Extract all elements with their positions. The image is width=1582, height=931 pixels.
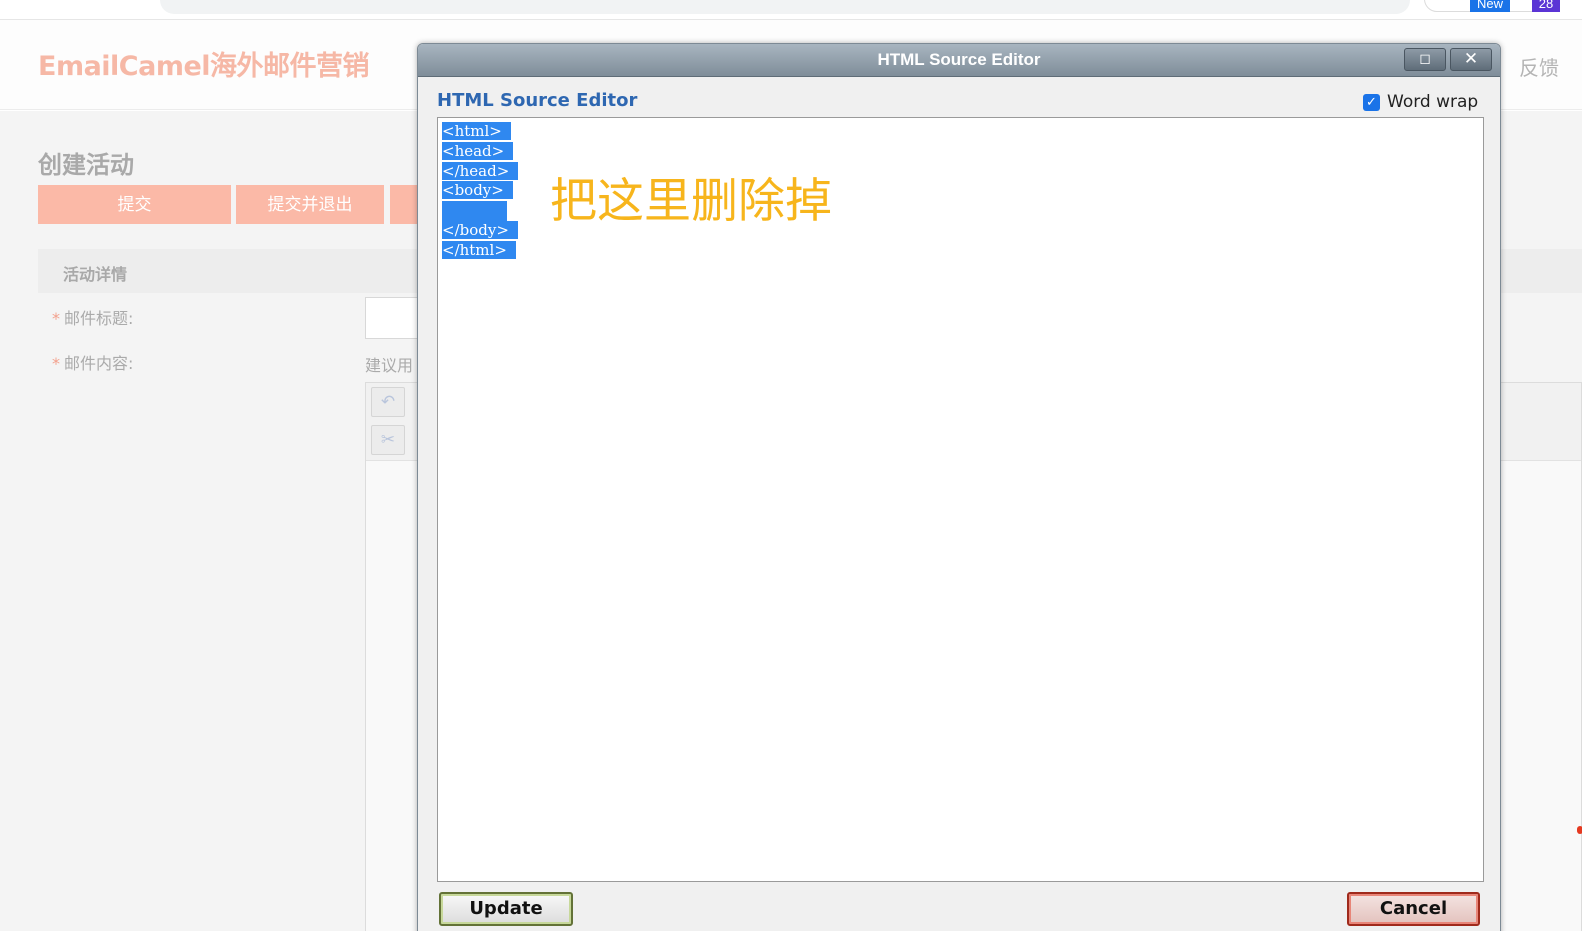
details-title: 活动详情 [63, 265, 128, 284]
selected-code-text: <head> [442, 141, 514, 160]
code-line [442, 201, 518, 221]
selected-code-text [442, 201, 507, 221]
dialog-heading: HTML Source Editor [437, 90, 638, 111]
third-action-button[interactable] [390, 185, 420, 224]
content-hint: 建议用 [365, 356, 414, 375]
cancel-button[interactable]: Cancel [1347, 892, 1480, 926]
page-title: 创建活动 [38, 151, 134, 179]
html-source-editor-dialog: HTML Source Editor ◻ ✕ HTML Source Edito… [417, 43, 1501, 931]
cut-icon[interactable]: ✂ [371, 425, 405, 455]
content-label-text: 邮件内容: [64, 354, 134, 373]
word-wrap-toggle[interactable]: ✓ Word wrap [1363, 91, 1478, 113]
dialog-title: HTML Source Editor [877, 50, 1041, 69]
subject-label: * 邮件标题: [52, 305, 133, 329]
code-lines: <html> <head> </head> <body> </body> </html> [442, 122, 519, 261]
selected-code-text: </html> [442, 240, 516, 259]
required-mark: * [52, 354, 60, 373]
update-button[interactable]: Update [439, 892, 573, 926]
word-wrap-checkbox[interactable]: ✓ [1363, 93, 1380, 111]
selected-code-text: </head> [442, 161, 519, 180]
selected-code-text: <body> [442, 181, 513, 200]
code-line: <head> [442, 141, 518, 162]
selected-code-text: </body> [442, 220, 518, 239]
content-label: * 邮件内容: [52, 350, 133, 374]
subject-label-text: 邮件标题: [64, 309, 134, 328]
browser-strip: New 28 [0, 0, 1582, 20]
new-badge[interactable]: New [1470, 0, 1510, 12]
code-line: <html> [442, 122, 518, 142]
close-icon[interactable]: ✕ [1450, 48, 1492, 71]
code-line: </head> [442, 161, 519, 182]
word-wrap-label[interactable]: Word wrap [1387, 92, 1478, 112]
code-line: <body> [442, 181, 518, 201]
notification-dot [1577, 826, 1582, 834]
address-bar[interactable] [160, 0, 1410, 14]
code-line: </body> [442, 220, 518, 241]
undo-icon[interactable]: ↶ [371, 387, 405, 417]
submit-exit-button[interactable]: 提交并退出 [236, 185, 384, 224]
dialog-titlebar[interactable]: HTML Source Editor ◻ ✕ [418, 44, 1500, 77]
maximize-icon[interactable]: ◻ [1404, 48, 1446, 71]
count-badge[interactable]: 28 [1532, 0, 1560, 12]
site-logo[interactable]: EmailCamel海外邮件营销 [38, 44, 370, 83]
source-textarea[interactable]: <html> <head> </head> <body> </body> </html>… [437, 117, 1484, 882]
required-mark: * [52, 309, 60, 328]
selected-code-text: <html> [442, 122, 511, 140]
code-line: </html> [442, 240, 518, 261]
annotation-text: 把这里删除掉 [550, 174, 832, 229]
subject-input[interactable] [365, 297, 425, 339]
submit-button[interactable]: 提交 [38, 185, 231, 224]
feedback-link[interactable]: 反馈 [1519, 52, 1559, 81]
